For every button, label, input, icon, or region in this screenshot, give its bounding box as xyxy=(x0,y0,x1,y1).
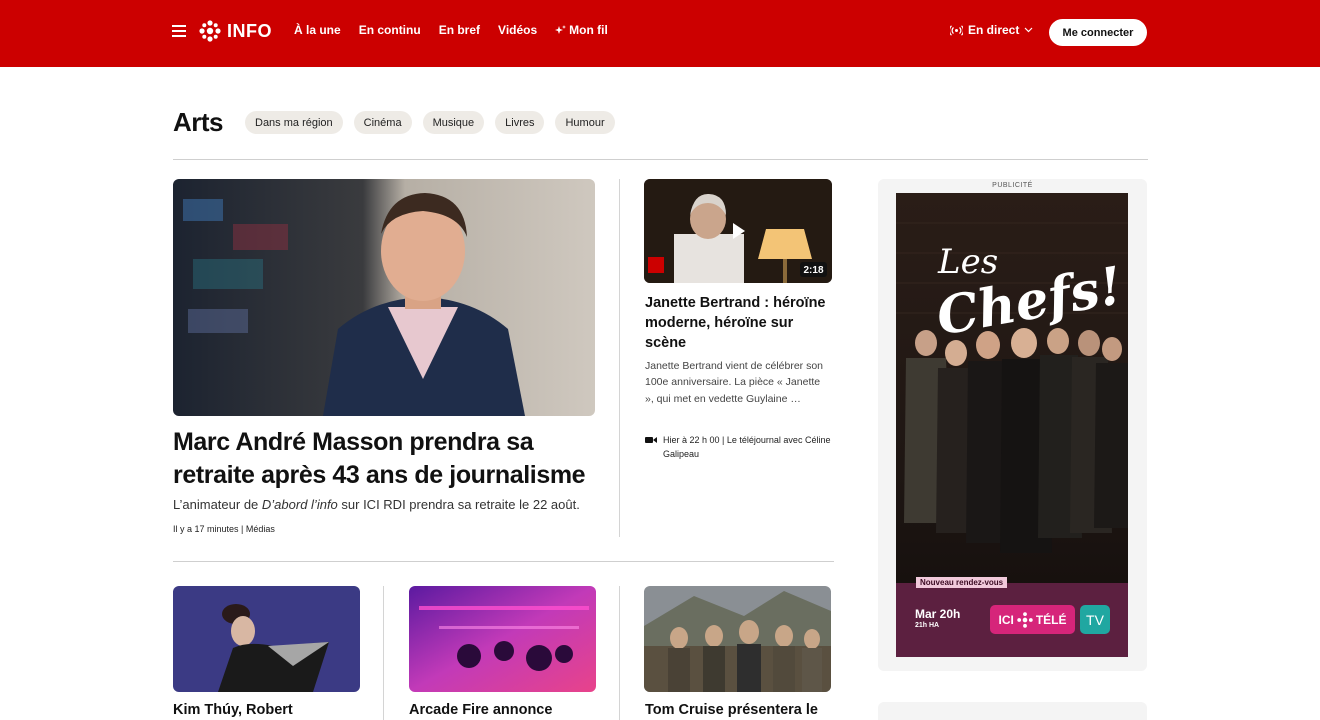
nav-a-la-une[interactable]: À la une xyxy=(294,23,341,37)
video-camera-icon xyxy=(645,437,657,443)
video-duration: 2:18 xyxy=(803,265,823,276)
top-bar: INFO À la une En continu En bref Vidéos … xyxy=(0,0,1320,67)
live-label: En direct xyxy=(968,23,1020,37)
lead-story-meta: Il y a 17 minutes | Médias xyxy=(173,524,275,534)
chevron-down-icon xyxy=(1024,27,1033,33)
ad-channel-prefix: ICI xyxy=(998,612,1014,627)
chip-musique[interactable]: Musique xyxy=(422,111,485,134)
card-image-tom-cruise[interactable] xyxy=(644,586,831,692)
lead-story-category[interactable]: Médias xyxy=(246,524,275,534)
ad-date: Mar 20h xyxy=(915,607,961,621)
divider xyxy=(173,159,1148,160)
video-thumbnail[interactable]: 2:18 xyxy=(644,179,832,283)
lead-story-title[interactable]: Marc André Masson prendra sa retraite ap… xyxy=(173,426,613,492)
ad-title-les: Les xyxy=(937,242,998,282)
nav-en-continu[interactable]: En continu xyxy=(359,23,421,37)
card-title-tom-cruise[interactable]: Tom Cruise présentera le xyxy=(645,702,845,718)
main-nav: À la une En continu En bref Vidéos Mon f… xyxy=(294,23,608,37)
sparkle-icon xyxy=(555,24,567,34)
section-chips: Dans ma région Cinéma Musique Livres Hum… xyxy=(245,111,615,134)
ad-label: PUBLICITÉ xyxy=(992,182,1033,189)
nav-en-bref[interactable]: En bref xyxy=(439,23,480,37)
card-title-arcade-fire[interactable]: Arcade Fire annonce xyxy=(409,702,609,718)
tv-plus-logo: TV xyxy=(1080,605,1110,634)
lead-story-summary: L’animateur de D’abord l’info sur ICI RD… xyxy=(173,497,580,512)
ad-channel-name: TÉLÉ xyxy=(1035,612,1067,627)
column-divider xyxy=(383,586,384,720)
live-menu[interactable]: En direct xyxy=(950,23,1033,37)
menu-icon[interactable] xyxy=(172,25,186,39)
ad-time: 21h HA xyxy=(915,622,940,629)
section-title: Arts xyxy=(173,107,224,137)
ad-badge: Nouveau rendez-vous xyxy=(916,577,1008,588)
card-title-kim-thuy[interactable]: Kim Thúy, Robert xyxy=(173,702,373,718)
side-story-time: Hier à 22 h 00 xyxy=(663,435,720,445)
side-story-title[interactable]: Janette Bertrand : héroïne moderne, héro… xyxy=(645,293,835,353)
chip-cinema[interactable]: Cinéma xyxy=(353,111,412,134)
chip-dans-ma-region[interactable]: Dans ma région xyxy=(245,111,343,134)
divider xyxy=(173,561,834,562)
broadcast-icon xyxy=(950,24,963,36)
ad-container-secondary xyxy=(878,702,1147,720)
side-story-meta: Hier à 22 h 00 | Le téléjournal avec Cél… xyxy=(645,433,835,461)
column-divider xyxy=(619,586,620,720)
side-story-summary: Janette Bertrand vient de célébrer son 1… xyxy=(645,360,824,405)
nav-mon-fil-label: Mon fil xyxy=(569,23,608,37)
column-divider xyxy=(619,179,620,537)
nav-mon-fil[interactable]: Mon fil xyxy=(555,23,608,37)
card-image-arcade-fire[interactable] xyxy=(409,586,596,692)
login-button[interactable]: Me connecter xyxy=(1049,19,1147,46)
card-image-kim-thuy[interactable] xyxy=(173,586,360,692)
ad-tv-label: TV xyxy=(1086,611,1104,628)
show-name: D’abord l’info xyxy=(261,497,338,512)
nav-videos[interactable]: Vidéos xyxy=(498,23,537,37)
ici-tele-logo: ICI TÉLÉ xyxy=(990,605,1075,634)
radio-canada-gem-icon xyxy=(1017,611,1033,628)
chip-livres[interactable]: Livres xyxy=(495,111,545,134)
radio-canada-gem-icon xyxy=(199,20,221,42)
logo-text: INFO xyxy=(227,20,272,41)
chip-humour[interactable]: Humour xyxy=(555,111,615,134)
logo[interactable]: INFO xyxy=(199,20,272,42)
lead-story-time: Il y a 17 minutes xyxy=(173,524,239,534)
lead-story-image[interactable] xyxy=(173,179,595,416)
